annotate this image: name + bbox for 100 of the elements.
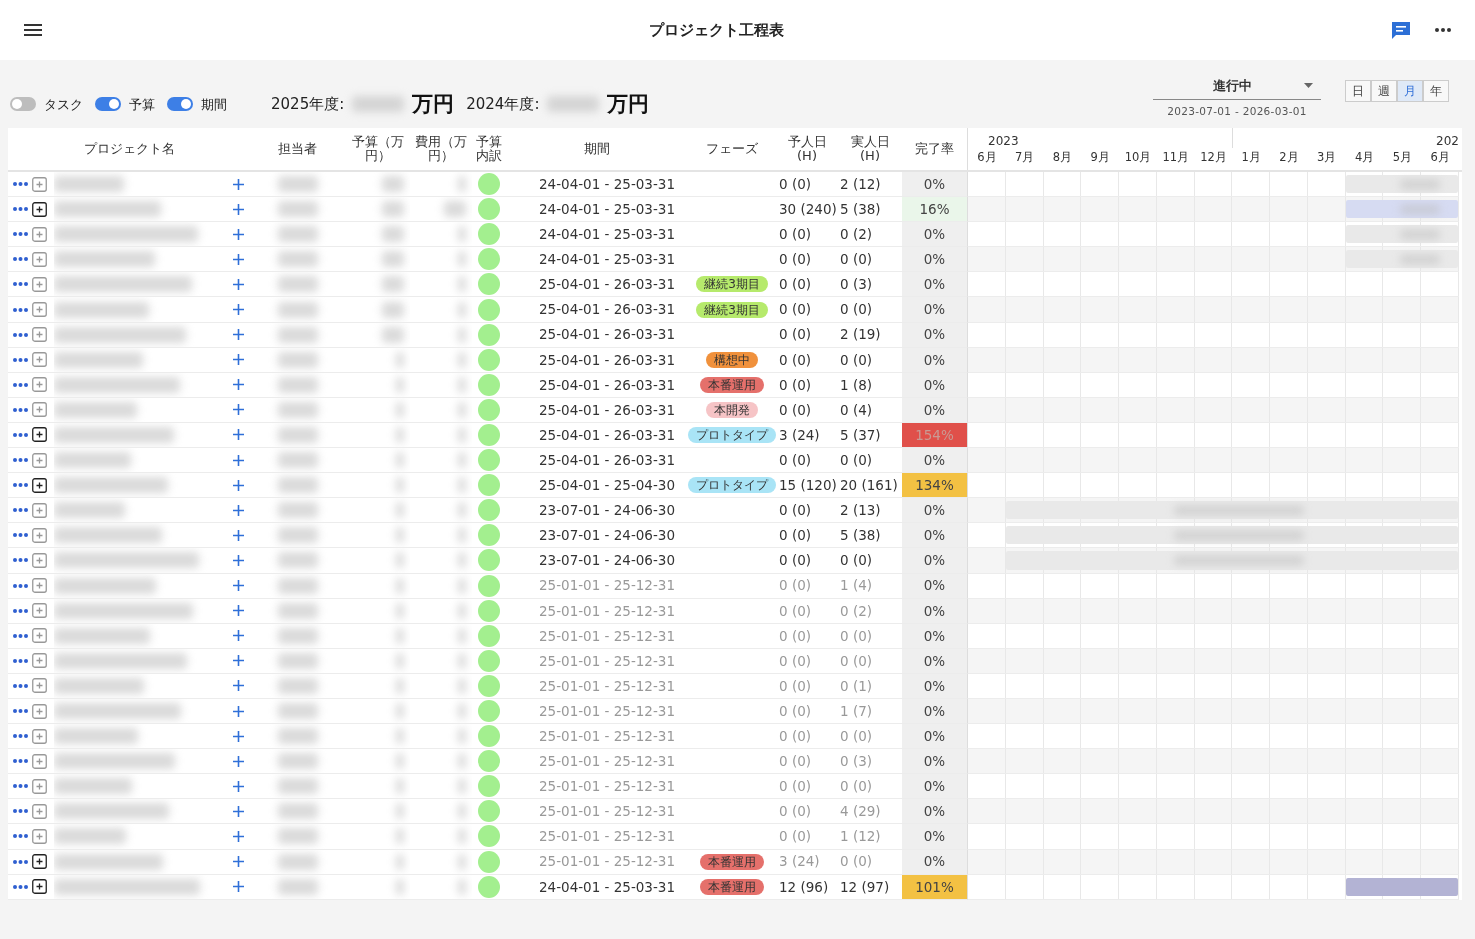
expand-button[interactable]: [32, 879, 47, 895]
expand-button[interactable]: [32, 427, 47, 443]
expand-button[interactable]: [32, 201, 47, 217]
toggle-switch[interactable]: [95, 97, 121, 112]
month-label: 11月: [1161, 149, 1191, 166]
add-icon[interactable]: [232, 655, 244, 667]
more-icon[interactable]: [12, 759, 28, 764]
add-icon[interactable]: [232, 554, 244, 566]
more-icon[interactable]: [12, 508, 28, 513]
more-icon[interactable]: [12, 357, 28, 362]
expand-button[interactable]: [32, 477, 47, 493]
add-icon[interactable]: [232, 329, 244, 341]
add-icon[interactable]: [232, 680, 244, 692]
scale-button[interactable]: 年: [1423, 79, 1449, 102]
more-icon[interactable]: [12, 583, 28, 588]
menu-icon[interactable]: [24, 24, 42, 36]
add-icon[interactable]: [232, 203, 244, 215]
phase-tag: 本番運用: [700, 376, 764, 393]
chat-icon[interactable]: [1391, 20, 1411, 40]
completion-rate: 0%: [902, 648, 967, 674]
add-icon[interactable]: [232, 580, 244, 592]
budget-pie-chart: [477, 524, 500, 547]
budget-pie-chart: [477, 298, 500, 321]
add-icon[interactable]: [232, 755, 244, 767]
more-icon[interactable]: [12, 633, 28, 638]
budget-pie-chart: [477, 424, 500, 446]
blurred-person-name: [277, 527, 318, 544]
add-icon[interactable]: [232, 479, 244, 491]
more-icon[interactable]: [12, 483, 28, 488]
month-label: 5月: [1391, 149, 1413, 166]
year-label: 202: [1436, 134, 1459, 148]
period-text: 25-01-01 - 25-12-31: [539, 727, 675, 746]
toggle-switch[interactable]: [10, 97, 36, 112]
toggle-switch[interactable]: [167, 97, 193, 112]
add-icon[interactable]: [232, 605, 244, 617]
completion-rate: 0%: [902, 172, 967, 198]
scale-button[interactable]: 月: [1397, 79, 1423, 102]
more-icon[interactable]: [12, 558, 28, 563]
more-icon[interactable]: [12, 232, 28, 237]
add-icon[interactable]: [232, 304, 244, 315]
more-icon[interactable]: [12, 382, 28, 387]
planned-days: 0 (0): [779, 274, 811, 295]
add-icon[interactable]: [232, 856, 244, 868]
period-text: 24-04-01 - 25-03-31: [539, 200, 675, 219]
add-icon[interactable]: [232, 253, 244, 265]
actual-days: 0 (0): [840, 726, 872, 747]
add-icon[interactable]: [232, 705, 244, 717]
more-icon[interactable]: [12, 407, 28, 412]
more-icon[interactable]: [12, 282, 28, 287]
scale-button[interactable]: 週: [1371, 79, 1397, 102]
add-icon[interactable]: [232, 730, 244, 742]
more-icon[interactable]: [12, 809, 28, 814]
more-icon[interactable]: [12, 734, 28, 739]
add-icon[interactable]: [232, 881, 244, 893]
period-text: 25-04-01 - 26-03-31: [539, 425, 675, 445]
more-icon[interactable]: [1435, 28, 1451, 32]
expand-button[interactable]: [32, 854, 47, 870]
add-icon[interactable]: [232, 379, 244, 391]
actual-days: 2 (12): [840, 173, 881, 195]
add-icon[interactable]: [232, 454, 244, 466]
planned-days: 0 (0): [779, 224, 811, 245]
add-icon[interactable]: [232, 630, 244, 642]
toggle-label: 期間: [201, 95, 227, 114]
more-icon[interactable]: [12, 784, 28, 789]
blurred-person-name: [277, 477, 318, 494]
add-icon[interactable]: [232, 404, 244, 416]
add-icon[interactable]: [232, 429, 244, 441]
add-icon[interactable]: [232, 504, 244, 516]
scale-button[interactable]: 日: [1345, 79, 1371, 102]
add-icon[interactable]: [232, 354, 244, 366]
more-icon[interactable]: [12, 257, 28, 262]
blurred-person-name: [277, 652, 318, 669]
more-icon[interactable]: [12, 608, 28, 613]
completion-rate: 0%: [902, 673, 967, 699]
more-icon[interactable]: [12, 884, 28, 889]
add-icon[interactable]: [232, 278, 244, 290]
add-icon[interactable]: [232, 780, 244, 792]
more-icon[interactable]: [12, 307, 28, 312]
actual-days: 0 (2): [840, 600, 872, 621]
more-icon[interactable]: [12, 458, 28, 463]
blurred-person-name: [277, 703, 318, 719]
add-icon[interactable]: [232, 529, 244, 541]
add-icon[interactable]: [232, 228, 244, 240]
add-icon[interactable]: [232, 805, 244, 817]
more-icon[interactable]: [12, 207, 28, 212]
more-icon[interactable]: [12, 332, 28, 337]
status-dropdown[interactable]: 進行中: [1153, 75, 1321, 101]
more-icon[interactable]: [12, 834, 28, 839]
more-icon[interactable]: [12, 658, 28, 663]
add-icon[interactable]: [232, 831, 244, 842]
more-icon[interactable]: [12, 683, 28, 688]
more-icon[interactable]: [12, 433, 28, 437]
budget-pie-chart: [477, 775, 500, 798]
more-icon[interactable]: [12, 859, 28, 864]
more-icon[interactable]: [12, 182, 28, 187]
more-icon[interactable]: [12, 709, 28, 713]
period-text: 25-01-01 - 25-12-31: [539, 827, 675, 847]
planned-days: 0 (0): [779, 600, 811, 621]
more-icon[interactable]: [12, 533, 28, 538]
add-icon[interactable]: [232, 178, 244, 190]
